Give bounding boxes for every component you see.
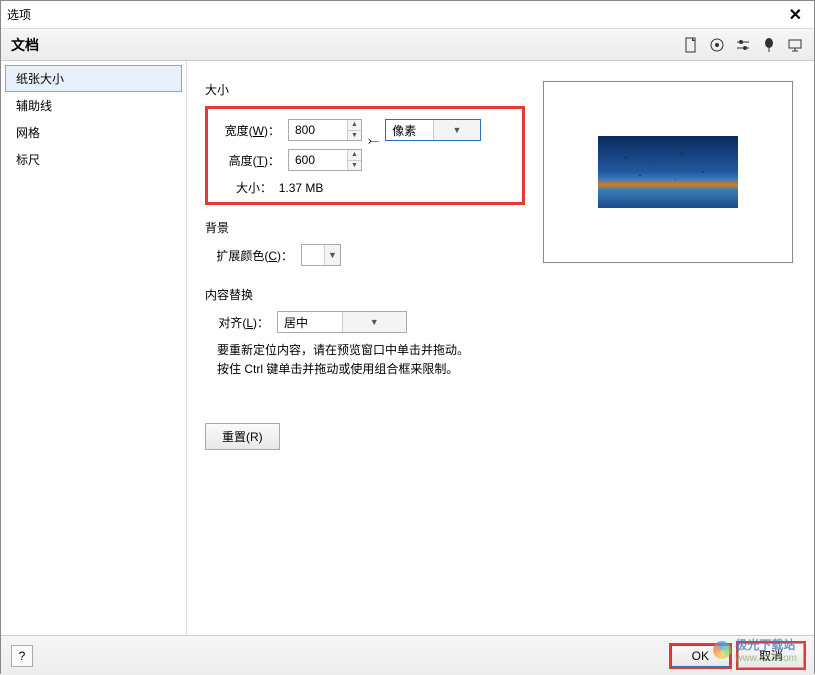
align-value: 居中: [278, 314, 342, 331]
sidebar-item-paper-size[interactable]: 纸张大小: [5, 65, 182, 92]
cancel-button[interactable]: 取消: [738, 643, 804, 668]
reset-button[interactable]: 重置(R): [205, 423, 280, 450]
height-input[interactable]: [289, 150, 347, 170]
preview-thumbnail: [598, 136, 738, 208]
window-title: 选项: [7, 6, 783, 23]
target-icon[interactable]: [708, 36, 726, 54]
content-group-title: 内容替换: [205, 286, 525, 303]
preview-panel[interactable]: [543, 81, 793, 263]
width-up-icon[interactable]: ▲: [348, 120, 361, 131]
height-label: 高度(T)：: [218, 152, 288, 169]
titlebar: 选项 ✕: [1, 1, 814, 29]
background-group-title: 背景: [205, 219, 525, 236]
size-highlight-box: 宽度(W)： ▲▼ ⤚ 像素 ▼ 高度(T)： ▲▼: [205, 106, 525, 205]
ok-button[interactable]: OK: [671, 645, 730, 667]
chevron-down-icon: ▼: [433, 120, 481, 140]
toolbar-icons: [682, 36, 804, 54]
width-input[interactable]: [289, 120, 347, 140]
height-spinner[interactable]: ▲▼: [288, 149, 362, 171]
sidebar-item-guides[interactable]: 辅助线: [5, 92, 182, 119]
reposition-hint: 要重新定位内容，请在预览窗口中单击并拖动。 按住 Ctrl 键单击并拖动或使用组…: [217, 341, 525, 379]
help-button[interactable]: ?: [11, 645, 33, 667]
close-icon[interactable]: ✕: [783, 5, 808, 25]
monitor-icon[interactable]: [786, 36, 804, 54]
file-size-label: 大小： 1.37 MB: [236, 179, 323, 196]
sidebar: 纸张大小 辅助线 网格 标尺: [1, 61, 187, 635]
sidebar-item-grid[interactable]: 网格: [5, 119, 182, 146]
extend-color-label: 扩展颜色(C)：: [211, 247, 301, 264]
document-icon[interactable]: [682, 36, 700, 54]
align-label: 对齐(L)：: [211, 314, 277, 331]
width-label: 宽度(W)：: [218, 122, 288, 139]
toolbar-section-title: 文档: [11, 35, 682, 55]
toolbar: 文档: [1, 29, 814, 61]
extend-color-picker[interactable]: ▼: [301, 244, 341, 266]
chevron-down-icon: ▼: [324, 245, 340, 265]
lock-icon[interactable]: ⤚: [368, 132, 379, 149]
footer: ? OK 取消: [1, 635, 814, 675]
unit-value: 像素: [386, 122, 433, 139]
height-up-icon[interactable]: ▲: [348, 150, 361, 161]
balloon-icon[interactable]: [760, 36, 778, 54]
sidebar-item-ruler[interactable]: 标尺: [5, 146, 182, 173]
align-dropdown[interactable]: 居中 ▼: [277, 311, 407, 333]
width-down-icon[interactable]: ▼: [348, 131, 361, 141]
sliders-icon[interactable]: [734, 36, 752, 54]
width-spinner[interactable]: ▲▼: [288, 119, 362, 141]
height-down-icon[interactable]: ▼: [348, 161, 361, 171]
size-group-title: 大小: [205, 81, 525, 98]
unit-dropdown[interactable]: 像素 ▼: [385, 119, 481, 141]
chevron-down-icon: ▼: [342, 312, 407, 332]
color-swatch-preview: [302, 245, 324, 265]
